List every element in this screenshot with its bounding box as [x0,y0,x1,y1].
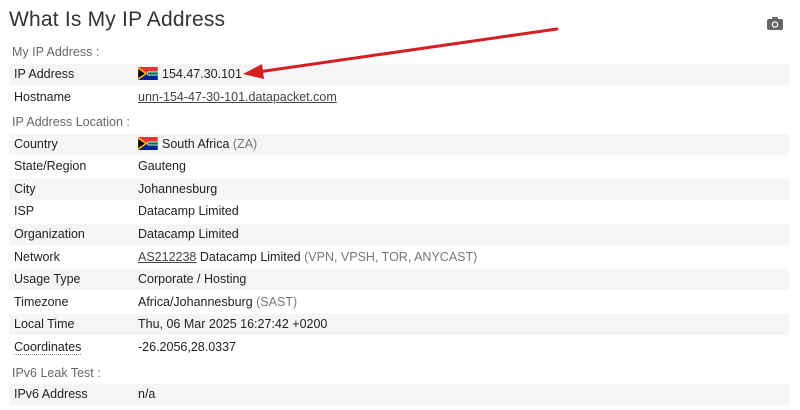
state-value: Gauteng [138,159,186,173]
section-heading-ipv6: IPv6 Leak Test : [12,366,101,380]
network-row: Network AS212238 Datacamp Limited (VPN, … [9,247,789,268]
state-row: State/Region Gauteng [9,156,789,177]
network-name: Datacamp Limited [199,250,301,264]
ipv6-address-label: IPv6 Address [14,387,88,401]
local-time-row: Local Time Thu, 06 Mar 2025 16:27:42 +02… [9,314,789,335]
ip-address-value: 154.47.30.101 [162,67,242,81]
city-row: City Johannesburg [9,179,789,200]
ip-address-row: IP Address 154.47.30.101 [9,64,789,85]
isp-value: Datacamp Limited [138,204,239,218]
camera-icon[interactable] [766,14,784,32]
local-time-label: Local Time [14,317,75,331]
timezone-abbr: (SAST) [256,295,298,309]
network-note: (VPN, VPSH, TOR, ANYCAST) [304,250,478,264]
city-label: City [14,182,36,196]
organization-value: Datacamp Limited [138,227,239,241]
isp-label: ISP [14,204,35,218]
country-row: Country South Africa (ZA) [9,134,789,155]
timezone-value-wrap: Africa/Johannesburg (SAST) [138,292,297,313]
timezone-label: Timezone [14,295,69,309]
section-heading-my-ip: My IP Address : [12,45,100,59]
coordinates-value: -26.2056,28.0337 [138,340,237,354]
country-value-wrap: South Africa (ZA) [138,134,257,155]
country-value: South Africa [162,137,230,151]
network-asn-link[interactable]: AS212238 [138,250,196,264]
isp-row: ISP Datacamp Limited [9,201,789,222]
timezone-value: Africa/Johannesburg [138,295,253,309]
ipv6-address-row: IPv6 Address n/a [9,384,789,405]
section-heading-location: IP Address Location : [12,115,130,129]
usage-type-value: Corporate / Hosting [138,272,247,286]
timezone-row: Timezone Africa/Johannesburg (SAST) [9,292,789,313]
organization-row: Organization Datacamp Limited [9,224,789,245]
state-label: State/Region [14,159,87,173]
south-africa-flag-icon [138,67,158,80]
ipv6-address-value: n/a [138,387,156,401]
country-code: (ZA) [232,137,258,151]
local-time-value: Thu, 06 Mar 2025 16:27:42 +0200 [138,317,328,331]
organization-label: Organization [14,227,85,241]
usage-type-row: Usage Type Corporate / Hosting [9,269,789,290]
page-title: What Is My IP Address [9,8,226,31]
coordinates-label[interactable]: Coordinates [14,340,82,355]
network-value-wrap: AS212238 Datacamp Limited (VPN, VPSH, TO… [138,247,477,268]
hostname-label: Hostname [14,90,71,104]
country-label: Country [14,137,58,151]
coordinates-row: Coordinates -26.2056,28.0337 [9,337,789,358]
south-africa-flag-icon [138,137,158,150]
network-label: Network [14,250,60,264]
hostname-row: Hostname unn-154-47-30-101.datapacket.co… [9,87,789,108]
city-value: Johannesburg [138,182,218,196]
ip-address-value-wrap: 154.47.30.101 [138,64,242,85]
ip-address-label: IP Address [14,67,75,81]
hostname-link[interactable]: unn-154-47-30-101.datapacket.com [138,90,337,104]
usage-type-label: Usage Type [14,272,81,286]
